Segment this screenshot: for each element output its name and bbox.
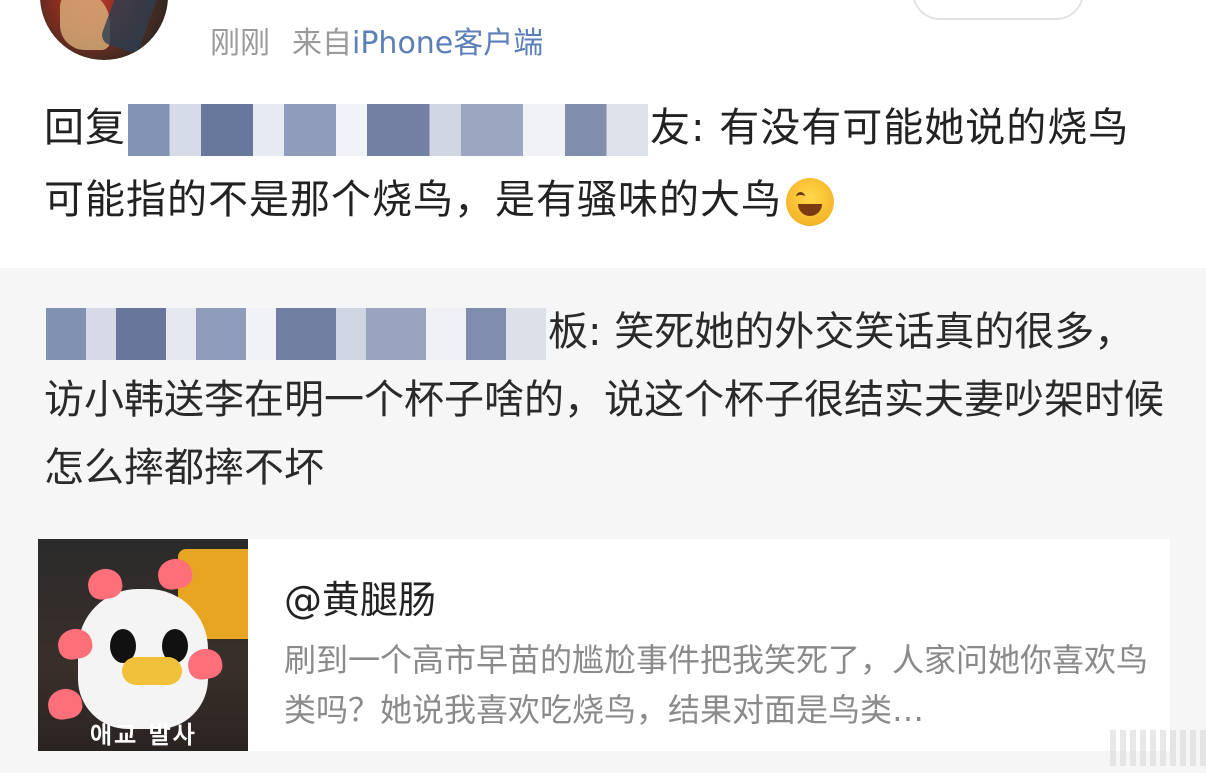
quoted-post[interactable]: 板: 笑死她的外交笑话真的很多，访小韩送李在明一个杯子啥的，说这个杯子很结实夫妻…	[0, 268, 1206, 773]
quoted-text: 板: 笑死她的外交笑话真的很多，访小韩送李在明一个杯子啥的，说这个杯子很结实夫妻…	[44, 298, 1164, 502]
card-thumbnail: 애교 발사	[38, 539, 248, 751]
follow-button[interactable]	[912, 0, 1084, 20]
thumbnail-caption: 애교 발사	[90, 721, 197, 749]
laugh-cry-emoji-icon	[786, 178, 834, 226]
avatar[interactable]	[40, 0, 168, 60]
link-card[interactable]: 애교 발사 @黄腿肠 刷到一个高市早苗的尴尬事件把我笑死了，人家问她你喜欢鸟类吗…	[38, 539, 1170, 751]
card-description: 刷到一个高市早苗的尴尬事件把我笑死了，人家问她你喜欢鸟类吗？她说我喜欢吃烧鸟，结…	[284, 641, 1149, 729]
timestamp: 刚刚	[210, 26, 270, 61]
post-meta: 刚刚 来自iPhone客户端	[210, 18, 543, 62]
avatar-shape	[60, 0, 110, 50]
avatar-shape	[99, 0, 161, 55]
card-title[interactable]: @黄腿肠	[284, 569, 436, 624]
source-device[interactable]: iPhone客户端	[352, 26, 543, 61]
post-header-area: 刚刚 来自iPhone客户端 回复 友: 有没有可能她说的烧鸟可能指的不是那个烧鸟，…	[0, 0, 1206, 268]
thumbnail-beak	[122, 657, 182, 685]
source-prefix: 来自	[292, 26, 352, 61]
watermark	[1110, 730, 1206, 766]
reply-username-tail: 友	[650, 105, 691, 151]
blurred-username	[128, 104, 648, 156]
reply-prefix: 回复	[44, 105, 126, 151]
blurred-username	[46, 308, 546, 360]
heart-icon	[45, 686, 85, 722]
reply-text: 回复 友: 有没有可能她说的烧鸟可能指的不是那个烧鸟，是有骚味的大鸟	[44, 92, 1164, 236]
quoted-username-tail: 板	[548, 309, 588, 355]
